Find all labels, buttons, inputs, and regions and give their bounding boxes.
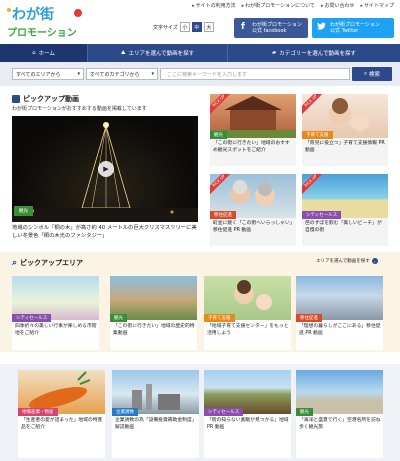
card-text: 「地域子育て支援センター」をもっと活用しよう	[207, 324, 289, 337]
home-icon: ⌂	[32, 50, 36, 56]
pickup-video-title: ピックアップ動画	[12, 94, 79, 104]
chevron-down-icon: ▾	[151, 71, 154, 77]
pickup-area-more-text: エリアを選んで動画を探す	[316, 259, 370, 264]
card-tag: 企業誘致	[112, 408, 138, 416]
search-icon: ⌕	[12, 258, 18, 268]
twitter-button[interactable]: わが街プロモーション 公式 Twitter	[312, 18, 394, 38]
pickup-area-title-text: ピックアップエリア	[20, 259, 84, 267]
pickup-area-more-link[interactable]: エリアを選んで動画を探す ›	[316, 258, 378, 264]
card-text: 「海洋と盛夏で行く」空港名所を訪ね歩く観光旅	[299, 418, 381, 431]
card-tag: シティセールス	[302, 211, 342, 219]
video-card[interactable]: 企業誘致 企業誘致の為「設備投資補助金制度」解説動画	[112, 370, 199, 458]
area-card[interactable]: 移住促進 「理想の暮らしがここにある」移住促進 PR 動画	[296, 276, 383, 350]
card-text: 「理想の暮らしがここにある」移住促進 PR 動画	[299, 324, 381, 337]
nav-home-label: ホーム	[38, 51, 55, 57]
card-tag: 子育て支援	[302, 131, 333, 139]
area-card[interactable]: シティセールス 四季折々の美しい行事が楽しめる市街地をご紹介	[12, 276, 99, 350]
site-header: わが街 プロモーション サイトの利用方法 わが街プロモーションについて お問い合…	[0, 0, 400, 42]
area-card[interactable]: 子育て支援 「地域子育て支援センター」をもっと活用しよう	[204, 276, 291, 350]
card-tag: 観光	[296, 408, 313, 416]
pickup-card[interactable]: PICK UP シティセールス 芭のずぼを飲む「美しいビーチ」が自慢の街	[302, 174, 388, 246]
area-card[interactable]: 観光 「この街に行きたい」地域の歴史的特集動画	[110, 276, 197, 350]
top-link-sitemap[interactable]: サイトマップ	[360, 2, 394, 9]
chevron-down-icon: ▾	[77, 71, 80, 77]
font-size-medium-button[interactable]: 中	[191, 22, 202, 32]
keyword-input[interactable]: ここに検索キーワードを入力します	[160, 68, 350, 80]
card-tag: 子育て支援	[204, 314, 235, 322]
search-bar: すべてのエリアから ▾ すべてのカテゴリから ▾ ここに検索キーワードを入力しま…	[0, 62, 400, 86]
video-icon	[12, 95, 20, 103]
twitter-icon	[316, 22, 326, 35]
facebook-line2: 公式 facebook	[252, 28, 287, 34]
main-video-thumbnail[interactable]: ▶	[12, 116, 198, 222]
main-video-tag: 観光	[14, 206, 33, 216]
nav-category[interactable]: ▰ カテゴリーを選んで動画を探す	[228, 44, 400, 62]
card-text: 「育児に役立つ」子育て支援情報 PR 動画	[305, 141, 385, 154]
search-button[interactable]: ⌕ 検索	[352, 67, 392, 81]
card-tag: シティセールス	[12, 314, 52, 322]
card-text: 「この街に行きたい」地域の歴史的特集動画	[113, 324, 195, 337]
pickup-card[interactable]: PICK UP 観光 「この街に行きたい」地域のおすすめ観光スポットをご紹介	[210, 94, 296, 166]
search-button-label: 検索	[369, 72, 381, 78]
logo-line1: わが街	[12, 6, 54, 23]
facebook-button[interactable]: f わが街プロモーション 公式 facebook	[234, 18, 308, 38]
facebook-icon: f	[241, 22, 245, 33]
card-text: 町並に魅く「この街へいらっしゃい」移住促進 PR 動画	[213, 221, 293, 234]
pickup-card[interactable]: PICK UP 子育て支援 「育児に役立つ」子育て支援情報 PR 動画	[302, 94, 388, 166]
font-size-label: 文字サイズ	[153, 24, 178, 31]
video-card[interactable]: 観光 「海洋と盛夏で行く」空港名所を訪ね歩く観光旅	[296, 370, 383, 458]
font-size-small-button[interactable]: 小	[179, 22, 190, 32]
nav-home[interactable]: ⌂ ホーム	[0, 44, 88, 62]
pickup-area-title: ⌕ ピックアップエリア	[12, 258, 83, 268]
search-icon: ⌕	[363, 70, 368, 77]
arrow-right-icon: ›	[371, 258, 378, 264]
area-select-value: すべてのエリアから	[16, 71, 61, 78]
pickup-video-title-text: ピックアップ動画	[23, 95, 79, 103]
nav-area-label: エリアを選んで動画を探す	[128, 51, 195, 57]
top-link-usage[interactable]: サイトの利用方法	[192, 2, 236, 9]
card-text: 四季折々の美しい行事が楽しめる市街地をご紹介	[15, 324, 97, 337]
folder-icon: ▰	[272, 50, 277, 56]
map-icon: ⛰	[120, 49, 126, 56]
font-size-large-button[interactable]: 大	[203, 22, 214, 32]
twitter-line2: 公式 Twitter	[330, 28, 359, 34]
site-logo[interactable]: わが街 プロモーション	[6, 4, 88, 40]
card-tag: 移住促進	[210, 211, 236, 219]
card-text: 芭のずぼを飲む「美しいビーチ」が自慢の街	[305, 221, 382, 234]
card-text: 「この街に行きたい」地域のおすすめ観光スポットをご紹介	[213, 141, 290, 154]
video-card[interactable]: 地場産業・物産 「生産者の愛が詰まった」地域の特産品をご紹介	[18, 370, 105, 458]
pickup-ribbon: PICK UP	[302, 174, 328, 198]
logo-line2: プロモーション	[7, 26, 77, 39]
card-tag: 観光	[110, 314, 127, 322]
card-text: 企業誘致の為「設備投資補助金制度」解説動画	[115, 418, 197, 431]
card-tag: 地場産業・物産	[18, 408, 58, 416]
card-tag: 移住促進	[296, 314, 322, 322]
video-card[interactable]: シティセールス 「街の知らない素敵が見つかる」地域 PR 動画	[204, 370, 291, 458]
card-text: 「生産者の愛が詰まった」地域の特産品をご紹介	[21, 418, 103, 431]
play-icon[interactable]: ▶	[98, 161, 114, 177]
main-nav: ⌂ ホーム ⛰ エリアを選んで動画を探す ▰ カテゴリーを選んで動画を探す	[0, 44, 400, 62]
top-links: サイトの利用方法 わが街プロモーションについて お問い合わせ サイトマップ	[192, 2, 394, 9]
card-text: 「街の知らない素敵が見つかる」地域 PR 動画	[207, 418, 289, 431]
card-tag: シティセールス	[204, 408, 244, 416]
card-tag: 観光	[210, 131, 227, 139]
pickup-video-subtitle: わが街プロモーションがおすすめする動画を掲載しています	[12, 106, 147, 112]
pickup-card[interactable]: PICK UP 移住促進 町並に魅く「この街へいらっしゃい」移住促進 PR 動画	[210, 174, 296, 246]
category-select-value: すべてのカテゴリから	[90, 71, 140, 78]
nav-category-label: カテゴリーを選んで動画を探す	[279, 51, 356, 57]
top-link-about[interactable]: わが街プロモーションについて	[242, 2, 315, 9]
main-video-caption[interactable]: 地域のシンボル「桐の木」が高さ約 40 メートルの巨大クリスマスツリーに美しい冬…	[12, 224, 202, 240]
nav-area[interactable]: ⛰ エリアを選んで動画を探す	[88, 44, 228, 62]
area-select[interactable]: すべてのエリアから ▾	[12, 68, 84, 80]
font-size-switcher: 文字サイズ 小 中 大	[153, 22, 214, 32]
top-link-contact[interactable]: お問い合わせ	[321, 2, 354, 9]
category-select[interactable]: すべてのカテゴリから ▾	[86, 68, 158, 80]
